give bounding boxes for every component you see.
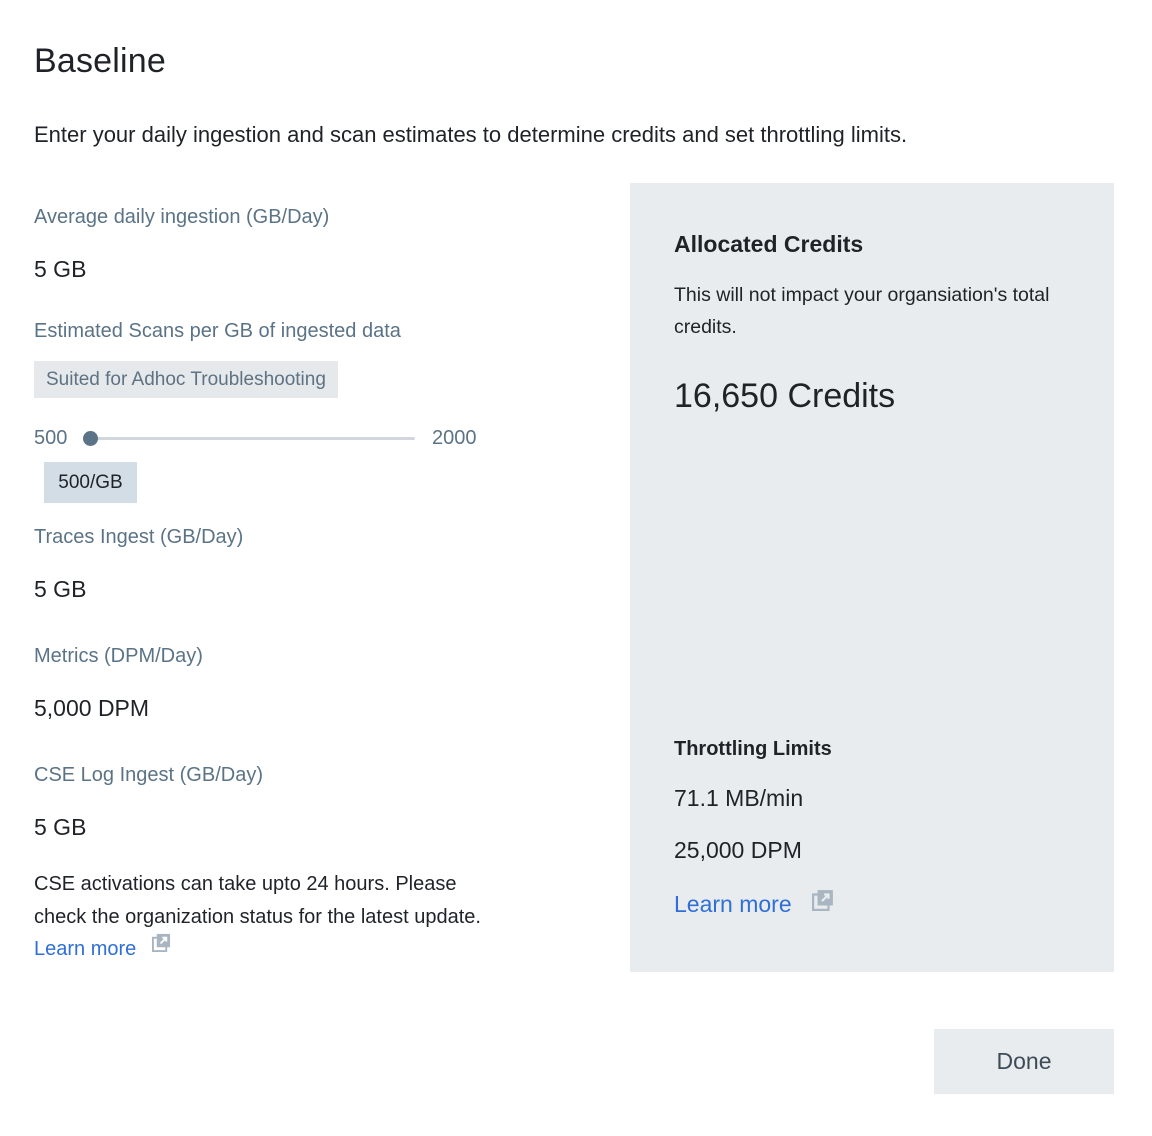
panel-title: Allocated Credits [674,231,864,257]
cse-value[interactable]: 5 GB [34,814,86,841]
throttle-ingest-rate: 71.1 MB/min [674,785,804,811]
panel-description: This will not impact your organsiation's… [674,284,1050,338]
scans-profile-chip: Suited for Adhoc Troubleshooting [34,361,338,398]
cse-note: CSE activations can take upto 24 hours. … [34,868,494,966]
slider-min-label: 500 [34,427,68,449]
traces-label: Traces Ingest (GB/Day) [34,526,244,548]
scans-slider-thumb[interactable] [82,431,98,446]
traces-value[interactable]: 5 GB [34,576,86,603]
external-link-icon[interactable] [151,930,171,963]
slider-value-badge: 500/GB [44,462,137,503]
cse-label: CSE Log Ingest (GB/Day) [34,764,263,786]
cse-note-text: CSE activations can take upto 24 hours. … [34,873,481,928]
panel-learn-more: Learn more [674,889,834,918]
credits-amount: 16,650 Credits [674,377,896,415]
avg-ingestion-value[interactable]: 5 GB [34,256,86,283]
panel-learn-more-link[interactable]: Learn more [674,891,792,917]
done-button[interactable]: Done [934,1029,1114,1094]
allocated-credits-panel: Allocated Credits This will not impact y… [630,183,1114,972]
scans-slider-track[interactable] [90,437,415,440]
scans-label: Estimated Scans per GB of ingested data [34,320,401,342]
throttle-dpm: 25,000 DPM [674,837,802,863]
cse-learn-more-link[interactable]: Learn more [34,938,136,960]
metrics-label: Metrics (DPM/Day) [34,645,203,667]
page-subtitle: Enter your daily ingestion and scan esti… [34,122,908,147]
external-link-icon[interactable] [812,889,834,917]
metrics-value[interactable]: 5,000 DPM [34,695,149,722]
throttling-title: Throttling Limits [674,738,832,760]
avg-ingestion-label: Average daily ingestion (GB/Day) [34,206,330,228]
slider-max-label: 2000 [432,427,477,449]
page-title: Baseline [34,42,167,80]
